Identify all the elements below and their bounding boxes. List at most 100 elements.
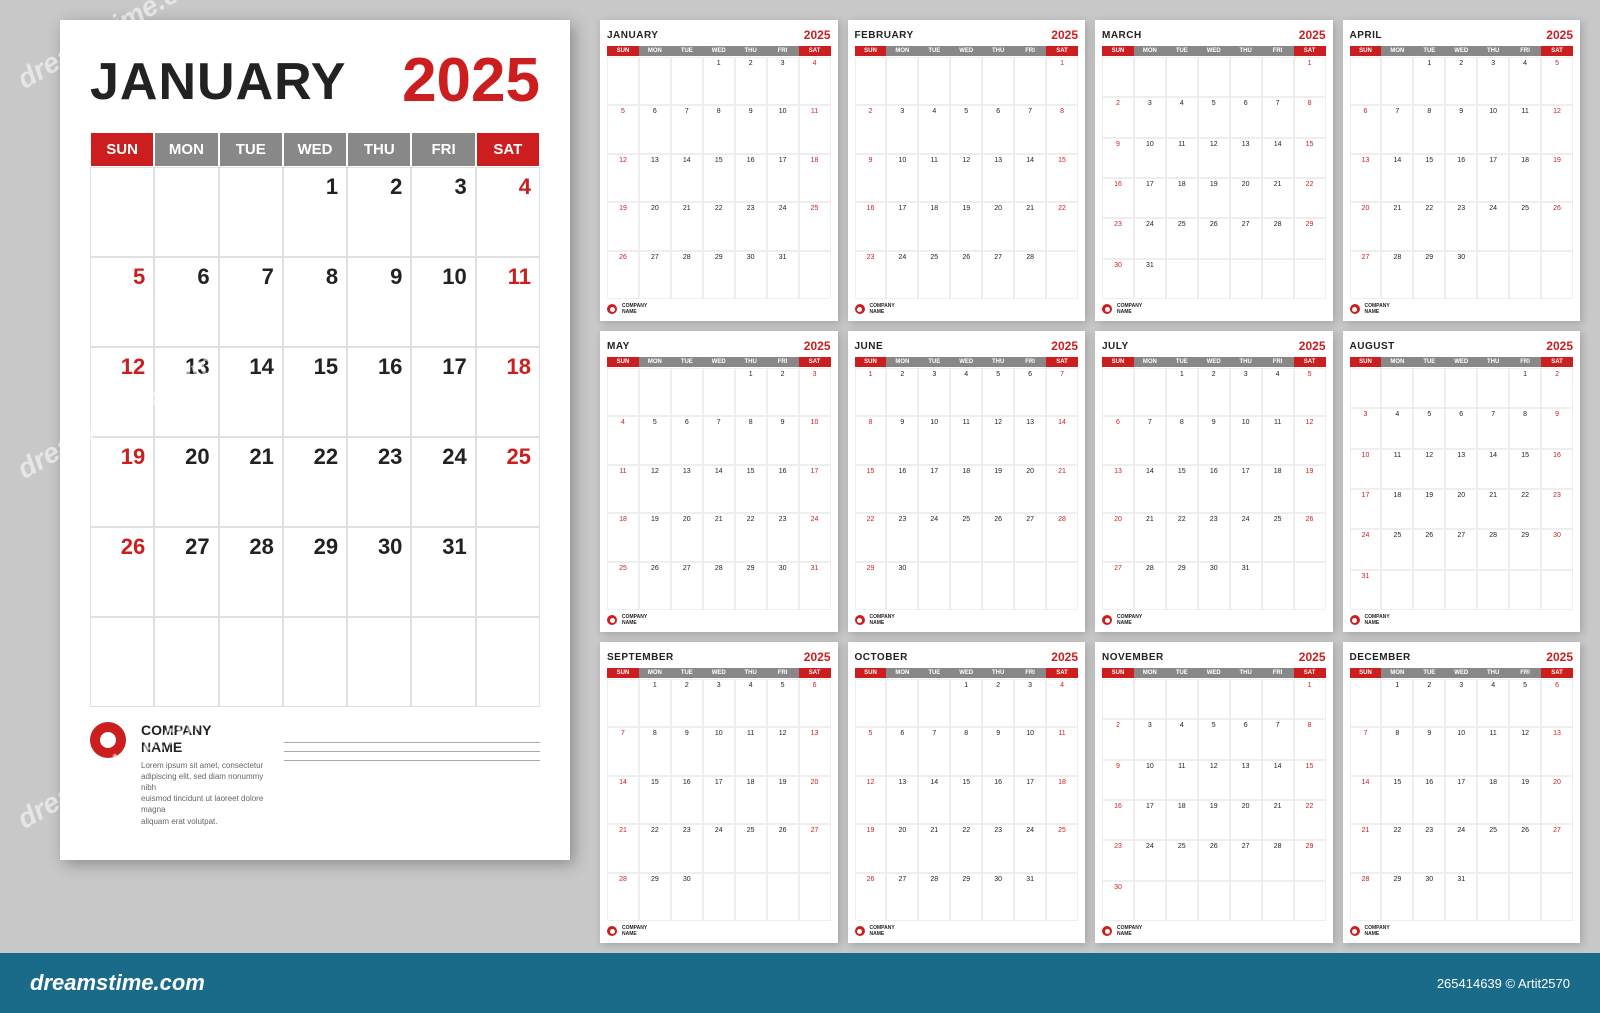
small-cell-7-r0c3	[1445, 368, 1477, 408]
small-cell-11-r4c4	[1477, 873, 1509, 921]
small-year-7: 2025	[1546, 339, 1573, 353]
day-header-wed: WED	[283, 132, 347, 167]
small-day-hdr-10-6: SAT	[1294, 668, 1326, 678]
small-cell-10-r4c0: 23	[1102, 840, 1134, 880]
small-cell-8-r1c1: 8	[639, 727, 671, 775]
small-cell-9-r3c5: 24	[1014, 824, 1046, 872]
large-cell-r3c2: 21	[219, 437, 283, 527]
small-day-hdr-2-3: WED	[1198, 46, 1230, 56]
small-cell-10-r0c5	[1262, 679, 1294, 719]
small-cell-9-r0c0	[855, 679, 887, 727]
small-grid-1: 1234567891011121314151617181920212223242…	[855, 57, 1079, 299]
small-cell-3-r2c3: 16	[1445, 154, 1477, 202]
small-cell-11-r3c6: 27	[1541, 824, 1573, 872]
small-cell-3-r1c2: 8	[1413, 105, 1445, 153]
small-cell-5-r1c1: 9	[886, 416, 918, 464]
small-day-hdr-5-5: FRI	[1014, 357, 1046, 367]
small-cal-header-9: OCTOBER2025	[855, 650, 1079, 664]
small-logo-8	[607, 926, 617, 936]
small-cell-2-r0c5	[1262, 57, 1294, 97]
small-cell-10-r1c5: 7	[1262, 719, 1294, 759]
small-cell-11-r1c0: 7	[1350, 727, 1382, 775]
small-cell-2-r1c3: 5	[1198, 97, 1230, 137]
large-cell-r2c0: 12	[90, 347, 154, 437]
small-cell-1-r2c0: 9	[855, 154, 887, 202]
large-cell-r2c6: 18	[476, 347, 540, 437]
small-cell-1-r3c1: 17	[886, 202, 918, 250]
large-cell-r1c0: 5	[90, 257, 154, 347]
small-cell-8-r0c0	[607, 679, 639, 727]
small-cell-2-r1c6: 8	[1294, 97, 1326, 137]
small-cell-1-r0c2	[918, 57, 950, 105]
small-cell-11-r1c3: 10	[1445, 727, 1477, 775]
small-cell-2-r5c6	[1294, 259, 1326, 299]
small-day-hdr-10-5: FRI	[1262, 668, 1294, 678]
small-cell-3-r3c6: 26	[1541, 202, 1573, 250]
small-cell-10-r2c2: 11	[1166, 760, 1198, 800]
small-day-hdr-2-0: SUN	[1102, 46, 1134, 56]
small-cell-2-r4c5: 28	[1262, 218, 1294, 258]
small-cell-9-r1c3: 8	[950, 727, 982, 775]
small-cell-2-r0c2	[1166, 57, 1198, 97]
small-cell-2-r0c6: 1	[1294, 57, 1326, 97]
small-cell-10-r3c4: 20	[1230, 800, 1262, 840]
small-cell-4-r1c0: 4	[607, 416, 639, 464]
small-days-hdr-5: SUNMONTUEWEDTHUFRISAT	[855, 357, 1079, 367]
small-day-hdr-7-4: THU	[1477, 357, 1509, 367]
small-cell-5-r2c4: 19	[982, 465, 1014, 513]
small-grid-3: 1234567891011121314151617181920212223242…	[1350, 57, 1574, 299]
small-cal-header-1: FEBRUARY2025	[855, 28, 1079, 42]
small-cell-10-r2c3: 12	[1198, 760, 1230, 800]
small-cell-5-r1c4: 12	[982, 416, 1014, 464]
small-day-hdr-9-1: MON	[886, 668, 918, 678]
small-cell-3-r0c3: 2	[1445, 57, 1477, 105]
small-days-hdr-7: SUNMONTUEWEDTHUFRISAT	[1350, 357, 1574, 367]
small-cell-11-r1c2: 9	[1413, 727, 1445, 775]
small-cell-5-r3c6: 28	[1046, 513, 1078, 561]
small-cell-5-r0c5: 6	[1014, 368, 1046, 416]
small-cell-1-r3c6: 22	[1046, 202, 1078, 250]
small-day-hdr-3-5: FRI	[1509, 46, 1541, 56]
large-cell-r4c3: 29	[283, 527, 347, 617]
small-day-hdr-3-6: SAT	[1541, 46, 1573, 56]
small-cell-9-r1c0: 5	[855, 727, 887, 775]
small-day-hdr-2-2: TUE	[1166, 46, 1198, 56]
company-line-1	[284, 742, 540, 743]
small-cell-3-r2c1: 14	[1381, 154, 1413, 202]
small-days-hdr-11: SUNMONTUEWEDTHUFRISAT	[1350, 668, 1574, 678]
small-cell-11-r0c1: 1	[1381, 679, 1413, 727]
small-logo-3	[1350, 304, 1360, 314]
small-cell-1-r3c3: 19	[950, 202, 982, 250]
small-cell-6-r3c0: 20	[1102, 513, 1134, 561]
small-days-hdr-4: SUNMONTUEWEDTHUFRISAT	[607, 357, 831, 367]
small-cell-9-r1c4: 9	[982, 727, 1014, 775]
small-footer-9: COMPANYNAME	[855, 925, 1079, 937]
large-cal-header: JANUARY 2025	[90, 50, 540, 112]
small-cell-2-r3c3: 19	[1198, 178, 1230, 218]
small-company-text-4: COMPANYNAME	[622, 614, 647, 626]
small-cell-1-r4c6	[1046, 251, 1078, 299]
small-day-hdr-7-0: SUN	[1350, 357, 1382, 367]
small-footer-3: COMPANYNAME	[1350, 303, 1574, 315]
small-day-hdr-9-0: SUN	[855, 668, 887, 678]
small-cell-5-r3c0: 22	[855, 513, 887, 561]
small-year-1: 2025	[1051, 28, 1078, 42]
small-cell-1-r4c0: 23	[855, 251, 887, 299]
large-cell-r4c2: 28	[219, 527, 283, 617]
small-cell-1-r2c4: 13	[982, 154, 1014, 202]
large-cal-month: JANUARY	[90, 52, 346, 112]
small-company-text-6: COMPANYNAME	[1117, 614, 1142, 626]
small-cell-0-r0c5: 3	[767, 57, 799, 105]
small-cell-2-r0c4	[1230, 57, 1262, 97]
small-cell-7-r4c6: 30	[1541, 529, 1573, 569]
small-cell-5-r4c4	[982, 562, 1014, 610]
small-cell-7-r5c3	[1445, 570, 1477, 610]
small-company-text-7: COMPANYNAME	[1365, 614, 1390, 626]
small-cell-7-r4c4: 28	[1477, 529, 1509, 569]
small-logo-inner-9	[857, 929, 862, 934]
small-day-hdr-9-3: WED	[950, 668, 982, 678]
small-cal-december: DECEMBER2025SUNMONTUEWEDTHUFRISAT1234567…	[1343, 642, 1581, 943]
small-cell-9-r0c4: 2	[982, 679, 1014, 727]
company-line-3	[284, 760, 540, 761]
small-cell-8-r3c0: 21	[607, 824, 639, 872]
